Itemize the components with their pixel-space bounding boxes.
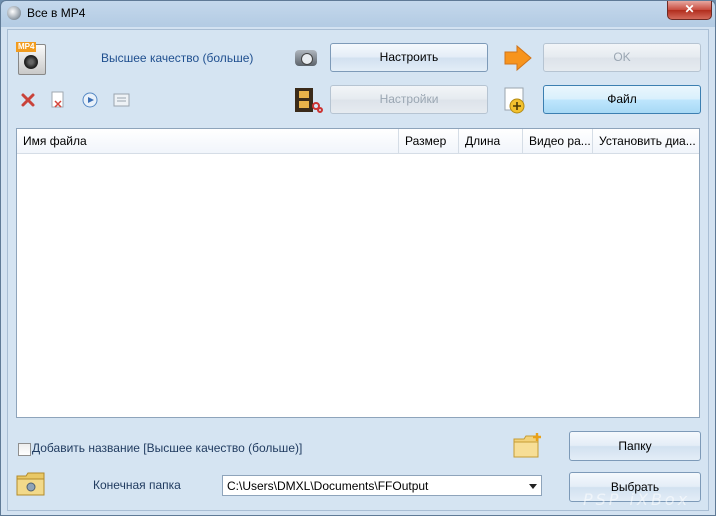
column-video-resolution[interactable]: Видео ра... bbox=[523, 129, 593, 153]
add-file-icon[interactable] bbox=[503, 87, 529, 115]
file-list[interactable]: Имя файла Размер Длина Видео ра... Устан… bbox=[16, 128, 700, 418]
column-duration[interactable]: Длина bbox=[459, 129, 523, 153]
mp4-profile-icon[interactable]: MP4 bbox=[16, 42, 46, 75]
title-bar[interactable]: Все в MP4 ✕ bbox=[1, 1, 715, 25]
play-preview-icon[interactable] bbox=[82, 92, 98, 108]
mp4-badge: MP4 bbox=[16, 42, 37, 52]
output-path-value: C:\Users\DMXL\Documents\FFOutput bbox=[227, 479, 429, 493]
configure-button[interactable]: Настроить bbox=[330, 43, 488, 72]
file-list-header: Имя файла Размер Длина Видео ра... Устан… bbox=[17, 129, 699, 154]
add-name-label[interactable]: Добавить название [Высшее качество (боль… bbox=[32, 441, 302, 455]
film-clip-icon bbox=[293, 86, 323, 114]
column-filename[interactable]: Имя файла bbox=[17, 129, 399, 153]
column-set-range[interactable]: Установить диа... bbox=[593, 129, 699, 153]
app-icon bbox=[7, 6, 21, 20]
close-button[interactable]: ✕ bbox=[667, 1, 712, 20]
settings-button[interactable]: Настройки bbox=[330, 85, 488, 114]
configure-icon bbox=[292, 45, 320, 71]
quality-label[interactable]: Высшее качество (больше) bbox=[101, 51, 253, 65]
add-folder-icon[interactable] bbox=[512, 431, 544, 459]
output-folder-icon[interactable] bbox=[16, 472, 46, 496]
chevron-down-icon[interactable] bbox=[529, 484, 537, 489]
add-name-checkbox[interactable] bbox=[18, 443, 31, 456]
add-file-button[interactable]: Файл bbox=[543, 85, 701, 114]
arrow-right-icon bbox=[503, 44, 533, 72]
remove-icon[interactable] bbox=[20, 92, 36, 108]
output-path-select[interactable]: C:\Users\DMXL\Documents\FFOutput bbox=[222, 475, 542, 496]
watermark-logo: PSP iXBox bbox=[583, 490, 691, 509]
output-folder-label: Конечная папка bbox=[93, 478, 181, 492]
media-info-icon[interactable] bbox=[113, 93, 130, 107]
column-size[interactable]: Размер bbox=[399, 129, 459, 153]
clear-list-icon[interactable] bbox=[50, 91, 66, 109]
ok-button[interactable]: OK bbox=[543, 43, 701, 72]
window-title: Все в MP4 bbox=[27, 6, 86, 20]
add-folder-button[interactable]: Папку bbox=[569, 431, 701, 461]
